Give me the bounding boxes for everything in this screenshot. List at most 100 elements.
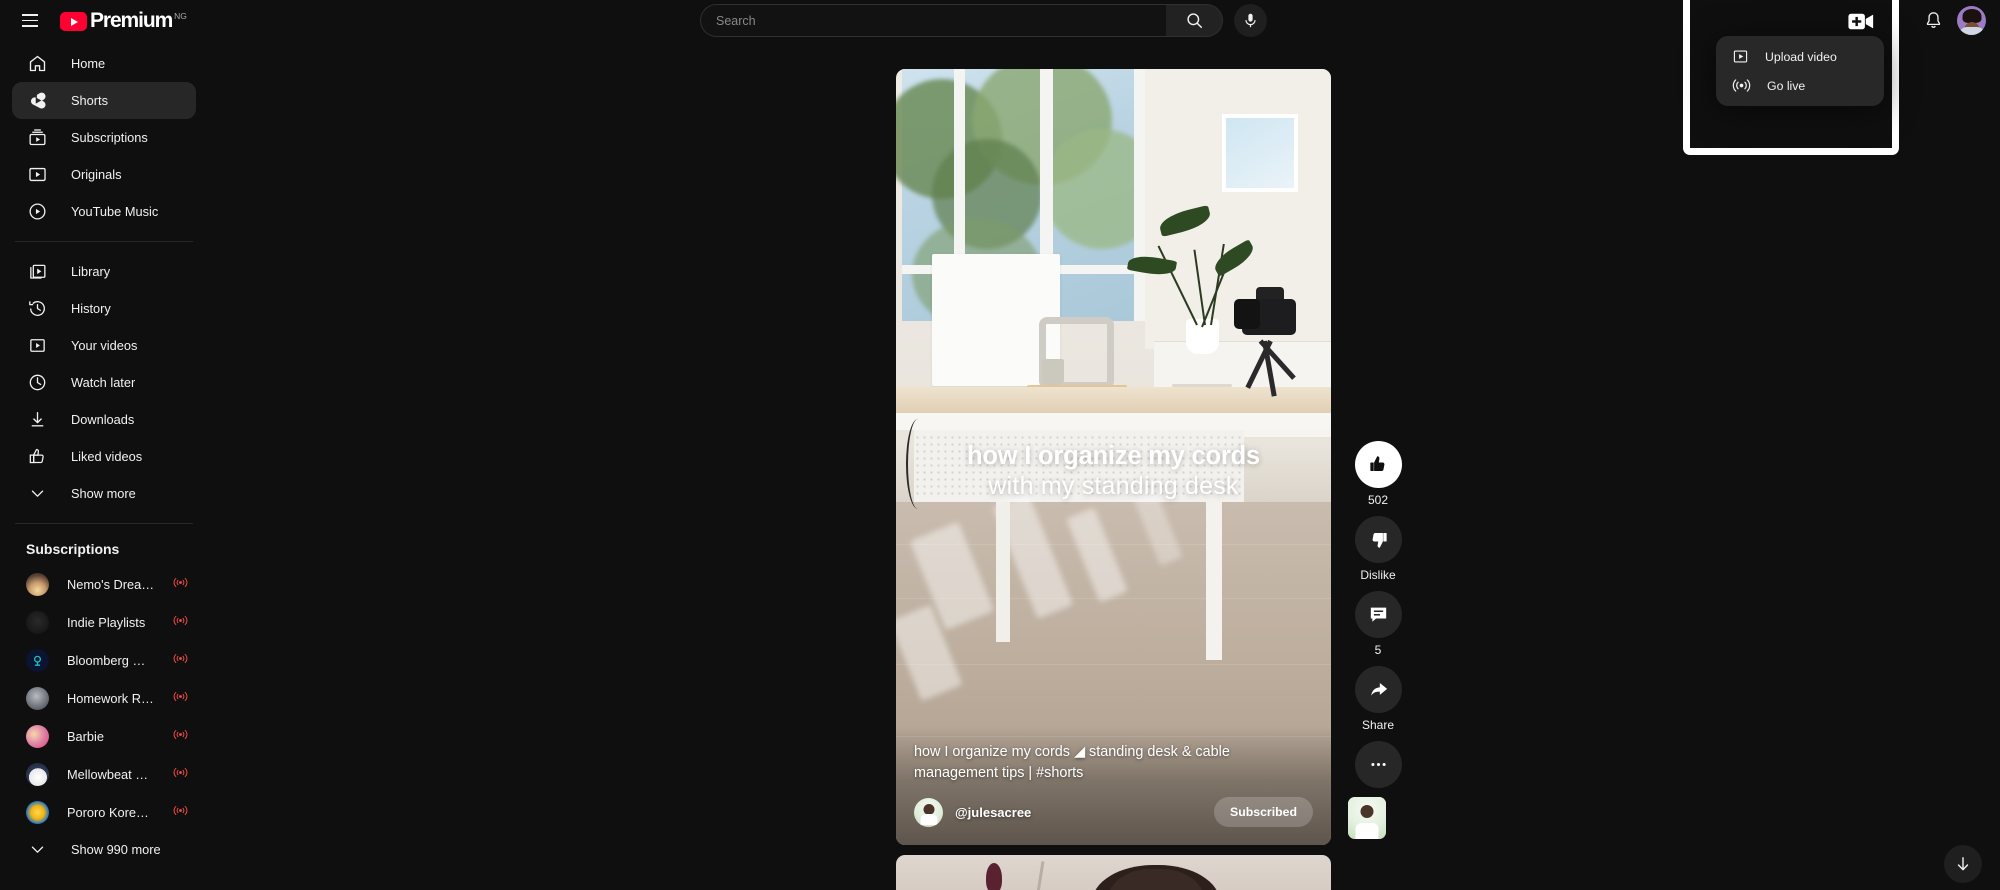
channel-avatar [26, 648, 49, 672]
search-input[interactable] [700, 4, 1166, 37]
sidebar-subscription-pororo-korean[interactable]: Pororo Korean O... [12, 793, 196, 831]
share-button[interactable] [1354, 666, 1402, 713]
sidebar-item-history[interactable]: History [12, 290, 196, 327]
channel-row: @julesacree Subscribed [914, 797, 1313, 827]
history-icon [26, 298, 48, 320]
video-metadata: how I organize my cords ◢ standing desk … [896, 726, 1331, 845]
channel-name: Mellowbeat Seek... [67, 766, 155, 782]
desk-surface [896, 387, 1331, 413]
youtube-play-icon [60, 12, 87, 31]
masthead-left: Premium NG [0, 5, 187, 37]
shorts-video-player[interactable]: how I organize my cords with my standing… [896, 69, 1331, 845]
country-code: NG [174, 11, 187, 21]
library-icon [26, 261, 48, 283]
sidebar-item-watch-later[interactable]: Watch later [12, 364, 196, 401]
share-label: Share [1361, 718, 1395, 732]
comments-action: 5 [1343, 591, 1413, 657]
sidebar-item-originals[interactable]: Originals [12, 156, 196, 193]
sidebar-subscription-homework-radio[interactable]: Homework Radio [12, 679, 196, 717]
more-options-button[interactable] [1354, 741, 1402, 788]
small-window [1222, 114, 1298, 192]
dislike-label: Dislike [1360, 568, 1396, 582]
sidebar-subscription-barbie[interactable]: Barbie [12, 717, 196, 755]
sidebar-show-more-subscriptions[interactable]: Show 990 more [12, 831, 196, 868]
channel-name: Pororo Korean O... [67, 804, 155, 820]
sidebar-item-show-more[interactable]: Show more [12, 475, 196, 512]
sidebar-item-youtube-music[interactable]: YouTube Music [12, 193, 196, 230]
next-short-preview[interactable] [896, 855, 1331, 890]
sidebar-item-your-videos[interactable]: Your videos [12, 327, 196, 364]
remix-channel-thumbnail[interactable] [1348, 797, 1386, 839]
sidebar-subscription-indie-playlists[interactable]: Indie Playlists [12, 603, 196, 641]
search-button[interactable] [1166, 4, 1223, 37]
originals-icon [26, 164, 48, 186]
dislike-action: Dislike [1343, 516, 1413, 582]
microphone-icon [1245, 13, 1256, 28]
youtube-music-icon [26, 201, 48, 223]
upload-video-icon [1733, 50, 1748, 63]
sidebar-item-liked-videos[interactable]: Liked videos [12, 438, 196, 475]
search-box [700, 4, 1223, 37]
downloads-icon [26, 409, 48, 431]
sidebar-divider-2 [15, 523, 193, 524]
avatar[interactable] [1957, 6, 1986, 35]
sidebar-item-label: Your videos [71, 338, 138, 353]
subscriptions-icon [26, 127, 48, 149]
sidebar-subscription-nemos-dreamscapes[interactable]: Nemo's Dreamsc... [12, 565, 196, 603]
create-dropdown-menu: Upload video Go live [1716, 36, 1884, 106]
menu-item-go-live[interactable]: Go live [1716, 71, 1884, 100]
home-icon [26, 53, 48, 75]
shorts-icon [26, 90, 48, 112]
menu-item-label: Go live [1767, 78, 1806, 93]
youtube-premium-logo[interactable]: Premium NG [60, 10, 187, 31]
live-badge-icon [173, 727, 188, 745]
channel-name: Indie Playlists [67, 614, 146, 630]
comment-count: 5 [1374, 643, 1382, 657]
thumb-up-icon [1369, 456, 1384, 472]
thumb-down-icon [1372, 532, 1387, 548]
masthead-right [1917, 0, 1986, 41]
dislike-button[interactable] [1354, 516, 1402, 563]
sidebar-item-label: History [71, 301, 111, 316]
sidebar-item-label: Shorts [71, 93, 108, 108]
channel-handle[interactable]: @julesacree [955, 805, 1031, 820]
channel-avatar [26, 572, 49, 596]
sidebar-item-library[interactable]: Library [12, 253, 196, 290]
subscriptions-section-title: Subscriptions [26, 541, 120, 557]
channel-avatar [26, 686, 49, 710]
sidebar-subscription-bloomberg-quicktake[interactable]: Bloomberg Quic... [12, 641, 196, 679]
scroll-next-button[interactable] [1944, 845, 1982, 883]
create-video-icon [1848, 13, 1874, 29]
comment-icon [1370, 607, 1386, 622]
coffee-mug [1042, 359, 1064, 385]
go-live-broadcast-icon [1732, 79, 1751, 92]
live-badge-icon [173, 613, 188, 631]
liked-videos-thumbup-icon [26, 446, 48, 468]
menu-item-upload-video[interactable]: Upload video [1716, 42, 1884, 71]
sidebar-item-label: Originals [71, 167, 122, 182]
video-title: how I organize my cords ◢ standing desk … [914, 744, 1230, 781]
desk-edge [896, 413, 1331, 430]
voice-search-button[interactable] [1234, 4, 1267, 37]
perforated-panel [914, 434, 1244, 498]
sidebar-item-downloads[interactable]: Downloads [12, 401, 196, 438]
chevron-down-icon [26, 483, 48, 505]
sidebar-item-shorts[interactable]: Shorts [12, 82, 196, 119]
sidebar-subscription-mellowbeat-seeker[interactable]: Mellowbeat Seek... [12, 755, 196, 793]
hamburger-menu-icon[interactable] [14, 5, 46, 37]
like-button[interactable] [1354, 441, 1402, 488]
share-arrow-icon [1370, 682, 1387, 696]
your-videos-icon [26, 335, 48, 357]
subscribe-button[interactable]: Subscribed [1214, 797, 1313, 827]
create-video-button[interactable] [1846, 6, 1876, 36]
desk-leg [996, 502, 1010, 642]
channel-avatar [26, 762, 49, 786]
comments-button[interactable] [1354, 591, 1402, 638]
share-action: Share [1343, 666, 1413, 732]
stand [1030, 861, 1045, 890]
sidebar-item-home[interactable]: Home [12, 45, 196, 82]
notifications-button[interactable] [1917, 4, 1950, 37]
channel-avatar[interactable] [914, 797, 943, 827]
live-badge-icon [173, 765, 188, 783]
sidebar-item-subscriptions[interactable]: Subscriptions [12, 119, 196, 156]
